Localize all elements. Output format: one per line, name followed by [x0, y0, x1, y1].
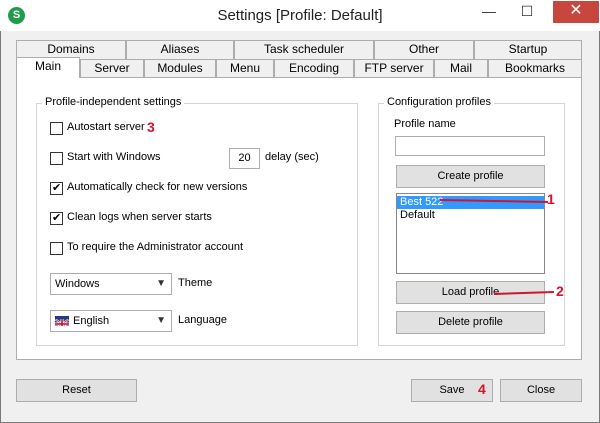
- require-admin-label: To require the Administrator account: [67, 241, 244, 253]
- tab-ftp-server[interactable]: FTP server: [354, 59, 434, 78]
- theme-select-value: Windows: [55, 278, 100, 290]
- clean-logs-checkbox[interactable]: [50, 211, 63, 225]
- require-admin-checkbox[interactable]: [50, 242, 63, 255]
- tab-modules[interactable]: Modules: [144, 59, 216, 78]
- window-close-button[interactable]: ✕: [553, 1, 599, 23]
- tab-mail[interactable]: Mail: [434, 59, 488, 78]
- tab-encoding[interactable]: Encoding: [274, 59, 354, 78]
- minimize-button[interactable]: —: [474, 1, 504, 23]
- profile-name-label: Profile name: [394, 118, 456, 130]
- chevron-down-icon: ▼: [156, 278, 166, 289]
- annotation-one: 1: [547, 191, 555, 207]
- tab-server[interactable]: Server: [80, 59, 144, 78]
- profile-listbox[interactable]: Best 522 Default: [396, 193, 545, 274]
- profile-item-default[interactable]: Default: [397, 209, 544, 222]
- check-versions-checkbox[interactable]: [50, 181, 63, 195]
- language-label: Language: [178, 314, 227, 326]
- language-select[interactable]: English ▼: [50, 310, 172, 332]
- chevron-down-icon: ▼: [156, 315, 166, 326]
- tab-menu[interactable]: Menu: [216, 59, 274, 78]
- tab-startup[interactable]: Startup: [474, 40, 582, 59]
- delay-label: delay (sec): [265, 151, 319, 163]
- maximize-button[interactable]: ☐: [512, 1, 542, 23]
- theme-select[interactable]: Windows ▼: [50, 273, 172, 295]
- tab-main[interactable]: Main: [16, 57, 80, 78]
- tab-bookmarks[interactable]: Bookmarks: [488, 59, 582, 78]
- tab-aliases[interactable]: Aliases: [126, 40, 234, 59]
- create-profile-button[interactable]: Create profile: [396, 165, 545, 188]
- reset-button[interactable]: Reset: [16, 379, 137, 402]
- language-select-value: English: [73, 315, 110, 327]
- start-with-windows-checkbox[interactable]: [50, 152, 63, 165]
- autostart-checkbox[interactable]: [50, 122, 63, 135]
- clean-logs-label: Clean logs when server starts: [67, 211, 212, 223]
- tab-task-scheduler[interactable]: Task scheduler: [234, 40, 374, 59]
- delay-input[interactable]: 20: [229, 148, 260, 169]
- start-with-windows-label: Start with Windows: [67, 151, 161, 163]
- annotation-three: 3: [147, 119, 155, 135]
- check-versions-label: Automatically check for new versions: [67, 181, 248, 193]
- profile-independent-title: Profile-independent settings: [42, 96, 185, 108]
- tab-other[interactable]: Other: [374, 40, 474, 59]
- close-button[interactable]: Close: [500, 379, 582, 402]
- uk-flag-icon: [55, 316, 69, 326]
- window-title: Settings [Profile: Default]: [217, 7, 383, 24]
- theme-label: Theme: [178, 277, 213, 289]
- delete-profile-button[interactable]: Delete profile: [396, 311, 545, 334]
- autostart-label: Autostart server: [67, 121, 145, 133]
- annotation-two: 2: [556, 283, 564, 299]
- configuration-profiles-title: Configuration profiles: [384, 96, 494, 108]
- annotation-four: 4: [478, 381, 486, 397]
- profile-name-input[interactable]: [395, 136, 545, 156]
